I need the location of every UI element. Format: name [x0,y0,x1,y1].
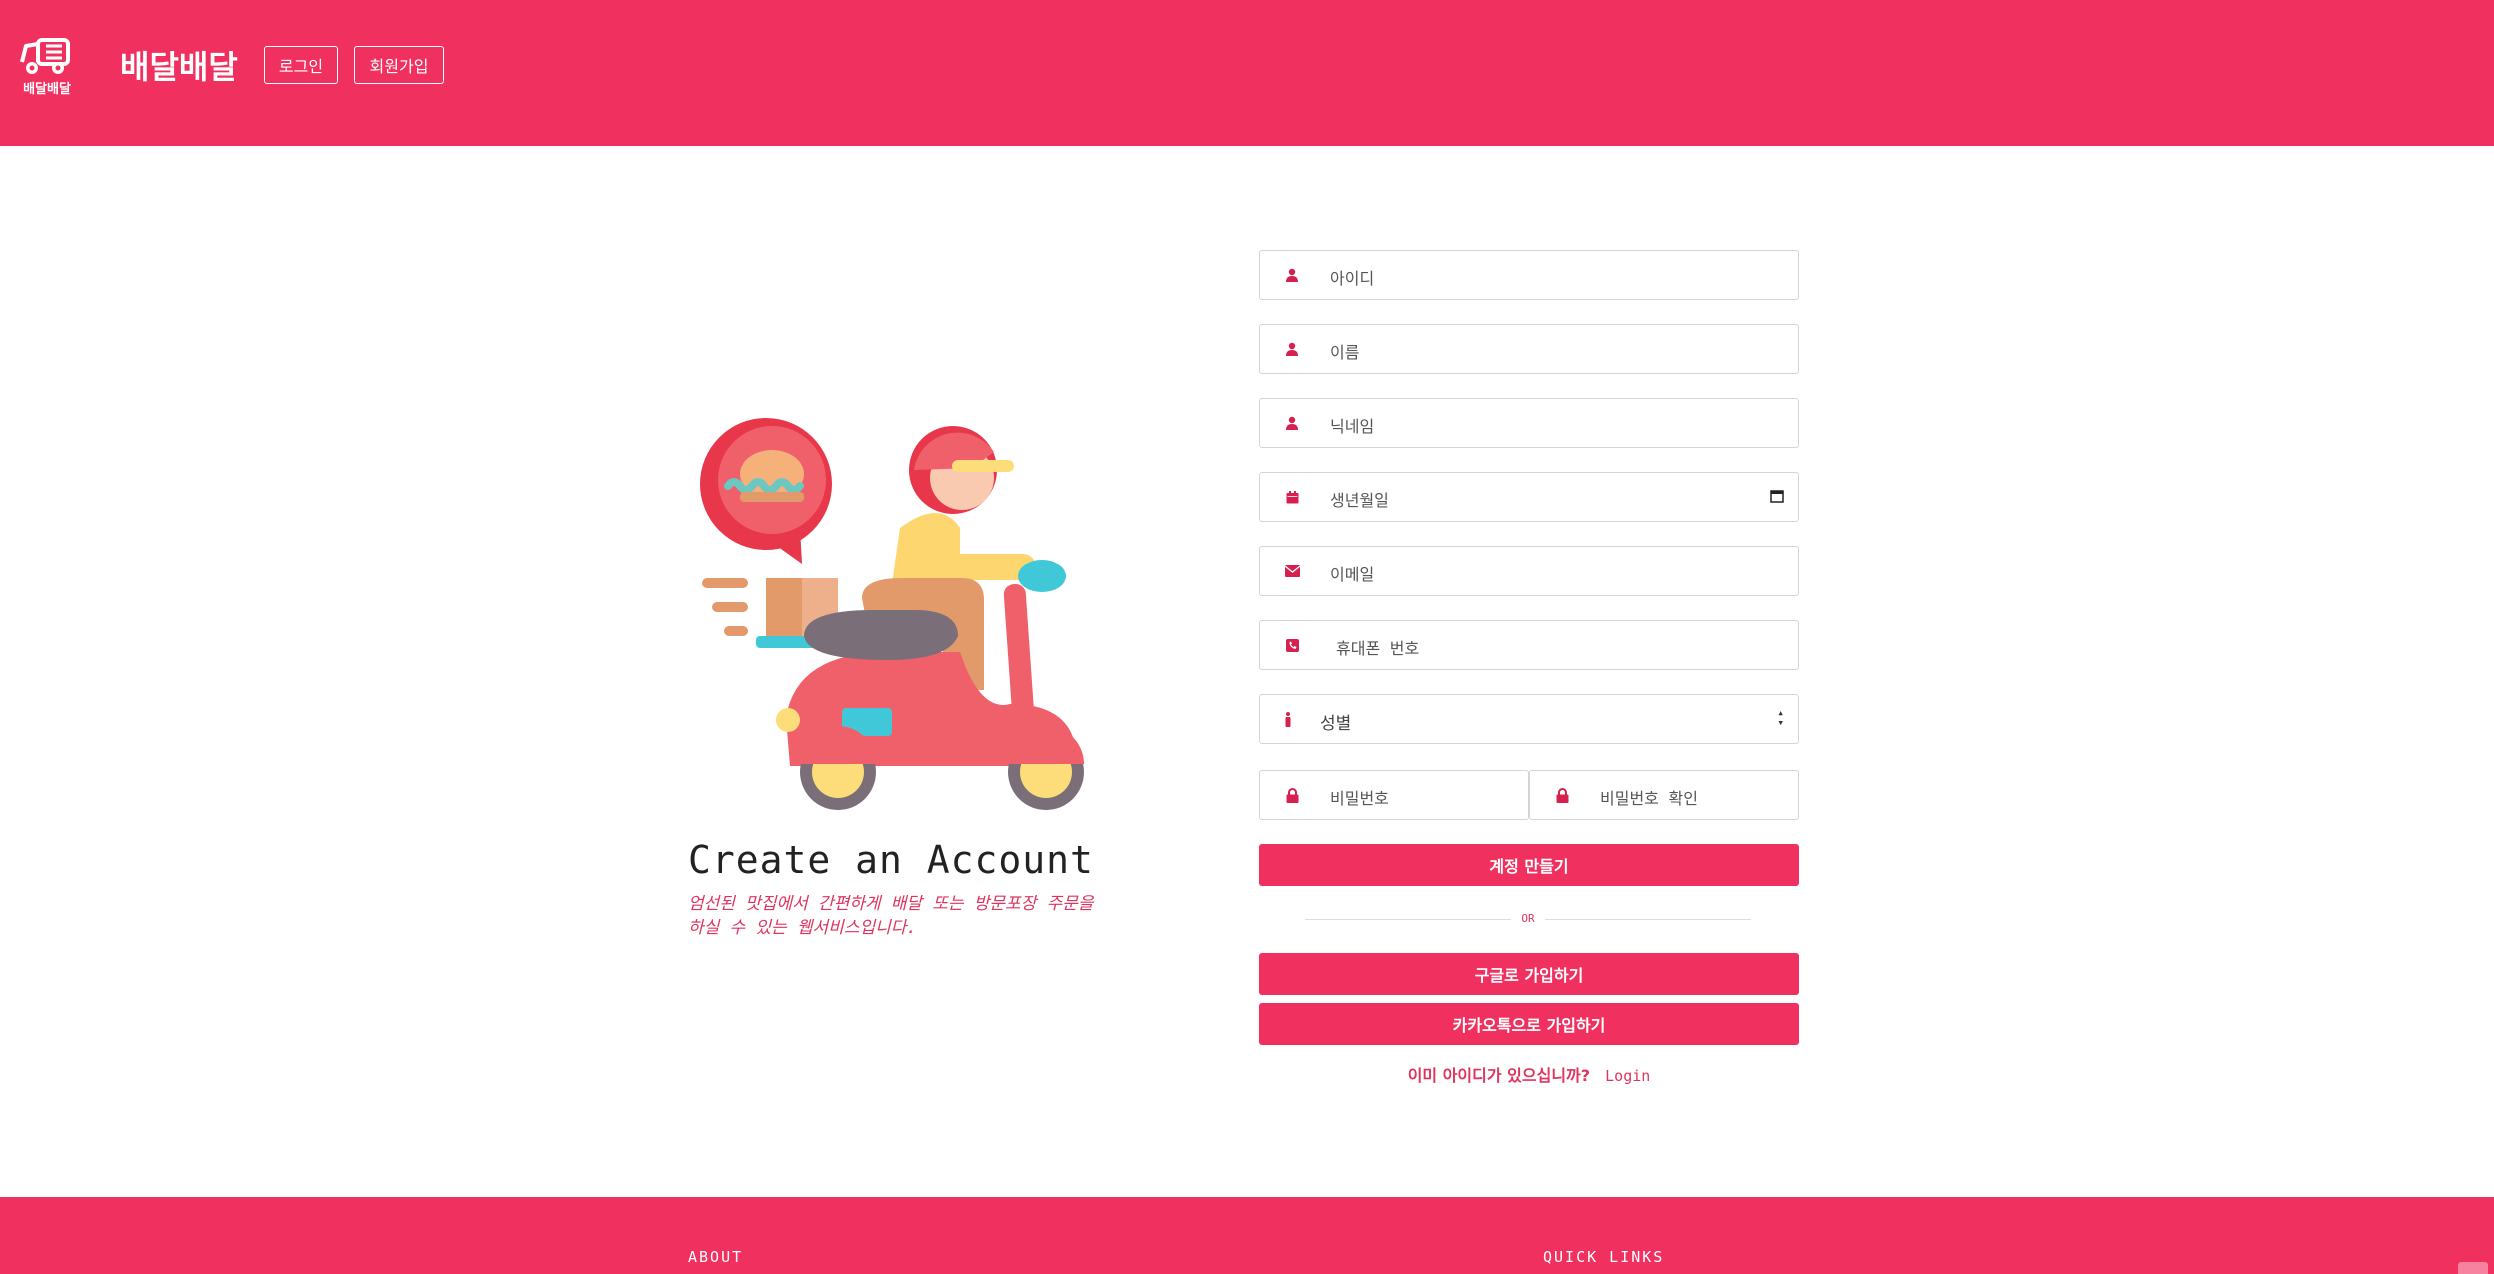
create-account-button[interactable]: 계정 만들기 [1259,844,1799,886]
phone-field[interactable]: 휴대폰 번호 [1259,620,1799,670]
select-arrows-icon: ▴ ▾ [1777,706,1784,729]
footer-quick-links-heading: QUICK LINKS [1543,1248,1665,1266]
google-signup-button[interactable]: 구글로 가입하기 [1259,953,1799,995]
gender-selected-value: 성별 [1320,714,1352,734]
nav-signup-button[interactable]: 회원가입 [354,46,444,84]
password-placeholder: 비밀번호 [1330,789,1389,808]
name-field[interactable]: 이름 [1259,324,1799,374]
logo-text: 배달배달 [23,82,71,97]
site-footer [0,1197,2494,1274]
page-subtitle: 엄선된 맛집에서 간편하게 배달 또는 방문포장 주문을 하실 수 있는 웹서비… [688,894,1094,938]
page-title: Create an Account [688,838,1094,882]
id-field[interactable]: 아이디 [1259,250,1799,300]
lock-icon [1282,785,1302,805]
email-field[interactable]: 이메일 [1259,546,1799,596]
login-link[interactable]: Login [1605,1067,1650,1085]
birthdate-placeholder: 생년월일 [1330,491,1389,510]
nav-login-button[interactable]: 로그인 [264,46,338,84]
already-have-account-text: 이미 아이디가 있으십니까? [1407,1066,1591,1085]
password-confirm-field[interactable]: 비밀번호 확인 [1529,770,1799,820]
footer-about-heading: ABOUT [688,1248,744,1266]
user-icon [1282,413,1302,433]
date-picker-icon[interactable] [1770,488,1784,507]
email-placeholder: 이메일 [1330,565,1375,584]
lock-icon [1552,785,1572,805]
user-icon [1282,265,1302,285]
phone-icon [1282,635,1302,655]
envelope-icon [1282,561,1302,581]
password-field[interactable]: 비밀번호 [1259,770,1529,820]
nickname-field[interactable]: 닉네임 [1259,398,1799,448]
scroll-to-top-button[interactable] [2458,1262,2488,1274]
site-header: 배달배달 배달배달 로그인 회원가입 [0,0,2494,146]
id-placeholder: 아이디 [1330,269,1375,288]
gender-select[interactable]: 성별 ▴ ▾ [1259,694,1799,744]
or-divider: OR [1305,912,1751,926]
phone-placeholder: 휴대폰 번호 [1336,639,1420,658]
nickname-placeholder: 닉네임 [1330,417,1375,436]
kakao-signup-button[interactable]: 카카오톡으로 가입하기 [1259,1003,1799,1045]
calendar-icon [1282,487,1302,507]
person-icon [1278,709,1298,729]
divider-line [1545,919,1751,920]
name-placeholder: 이름 [1330,343,1360,362]
birthdate-field[interactable]: 생년월일 [1259,472,1799,522]
brand-name[interactable]: 배달배달 [120,42,238,88]
scooter-delivery-icon [700,418,1084,810]
user-icon [1282,339,1302,359]
password-confirm-placeholder: 비밀번호 확인 [1600,789,1698,808]
login-prompt: 이미 아이디가 있으십니까? Login [1259,1062,1799,1086]
